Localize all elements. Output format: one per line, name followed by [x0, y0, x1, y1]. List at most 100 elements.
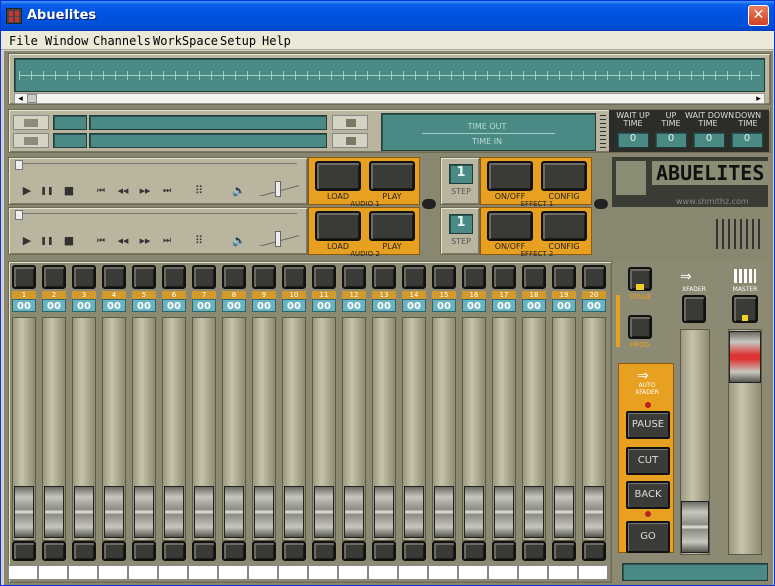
channel-flash-button[interactable]	[312, 265, 336, 289]
cut-button[interactable]: CUT	[626, 447, 670, 475]
playlist-icon[interactable]: ⠿	[191, 234, 207, 248]
play-icon[interactable]: ▶	[19, 234, 35, 248]
channel-fader-track[interactable]	[252, 317, 276, 541]
seek-handle[interactable]	[15, 210, 23, 220]
prog-button[interactable]	[628, 315, 652, 339]
last-icon[interactable]: ⏭	[159, 234, 175, 248]
channel-select-button[interactable]	[312, 541, 336, 561]
channel-fader-handle[interactable]	[464, 486, 484, 538]
play-audio-2-button[interactable]	[369, 211, 415, 241]
channel-fader-track[interactable]	[12, 317, 36, 541]
channel-fader-track[interactable]	[372, 317, 396, 541]
channel-fader-track[interactable]	[402, 317, 426, 541]
channel-fader-track[interactable]	[42, 317, 66, 541]
channel-flash-button[interactable]	[132, 265, 156, 289]
menu-help[interactable]: Help	[262, 34, 291, 48]
channel-select-button[interactable]	[492, 541, 516, 561]
channel-fader-track[interactable]	[462, 317, 486, 541]
close-button[interactable]: ✕	[748, 5, 769, 26]
scroll-thumb[interactable]	[27, 94, 37, 103]
channel-key[interactable]	[548, 565, 578, 580]
channel-fader-track[interactable]	[102, 317, 126, 541]
xfader-button[interactable]	[682, 295, 706, 323]
channel-key[interactable]	[98, 565, 128, 580]
channel-flash-button[interactable]	[342, 265, 366, 289]
seq-name-field[interactable]	[89, 115, 327, 130]
first-icon[interactable]: ⏮	[93, 234, 109, 248]
playlist-icon[interactable]: ⠿	[191, 184, 207, 198]
channel-key[interactable]	[68, 565, 98, 580]
step-value[interactable]: 1	[449, 214, 473, 234]
last-icon[interactable]: ⏭	[159, 184, 175, 198]
channel-select-button[interactable]	[372, 541, 396, 561]
rewind-icon[interactable]: ◀◀	[115, 234, 131, 248]
channel-fader-handle[interactable]	[404, 486, 424, 538]
channel-fader-handle[interactable]	[284, 486, 304, 538]
channel-key[interactable]	[8, 565, 38, 580]
channel-fader-handle[interactable]	[344, 486, 364, 538]
go-button[interactable]: GO	[626, 521, 670, 553]
channel-fader-handle[interactable]	[434, 486, 454, 538]
channel-fader-track[interactable]	[552, 317, 576, 541]
channel-select-button[interactable]	[132, 541, 156, 561]
volume-thumb[interactable]	[275, 231, 281, 247]
channel-fader-track[interactable]	[282, 317, 306, 541]
channel-flash-button[interactable]	[252, 265, 276, 289]
channel-fader-handle[interactable]	[524, 486, 544, 538]
load-audio-1-button[interactable]	[315, 161, 361, 191]
channel-select-button[interactable]	[12, 541, 36, 561]
channel-fader-handle[interactable]	[374, 486, 394, 538]
effect-1-config-button[interactable]	[541, 161, 587, 191]
channel-key[interactable]	[248, 565, 278, 580]
menu-setup[interactable]: Setup	[220, 34, 256, 48]
channel-key[interactable]	[128, 565, 158, 580]
channel-flash-button[interactable]	[432, 265, 456, 289]
channel-fader-track[interactable]	[342, 317, 366, 541]
channel-key[interactable]	[188, 565, 218, 580]
step-value[interactable]: 1	[449, 164, 473, 184]
effect-2-config-button[interactable]	[541, 211, 587, 241]
channel-fader-track[interactable]	[312, 317, 336, 541]
open-folder-icon[interactable]	[13, 115, 49, 130]
channel-flash-button[interactable]	[162, 265, 186, 289]
channel-fader-track[interactable]	[582, 317, 606, 541]
volume-thumb[interactable]	[275, 181, 281, 197]
open-folder-icon[interactable]	[13, 133, 49, 148]
channel-select-button[interactable]	[582, 541, 606, 561]
channel-select-button[interactable]	[432, 541, 456, 561]
menu-channels[interactable]: Channels	[93, 34, 151, 48]
timeline-scrollbar[interactable]: ◂ ▸	[14, 93, 765, 104]
pause-icon[interactable]: ❚❚	[39, 184, 55, 198]
channel-select-button[interactable]	[162, 541, 186, 561]
channel-flash-button[interactable]	[522, 265, 546, 289]
channel-key[interactable]	[518, 565, 548, 580]
menu-file[interactable]: File	[9, 34, 38, 48]
channel-fader-track[interactable]	[492, 317, 516, 541]
channel-fader-handle[interactable]	[494, 486, 514, 538]
pause-button[interactable]: PAUSE	[626, 411, 670, 439]
load-audio-2-button[interactable]	[315, 211, 361, 241]
menu-window[interactable]: Window	[45, 34, 88, 48]
pause-icon[interactable]: ❚❚	[39, 234, 55, 248]
stop-icon[interactable]: ■	[61, 234, 77, 248]
down-value[interactable]: 0	[731, 132, 763, 148]
wait-down-value[interactable]: 0	[693, 132, 725, 148]
channel-select-button[interactable]	[522, 541, 546, 561]
channel-key[interactable]	[428, 565, 458, 580]
seq-name-field[interactable]	[89, 133, 327, 148]
back-button[interactable]: BACK	[626, 481, 670, 509]
channel-fader-track[interactable]	[522, 317, 546, 541]
channel-key[interactable]	[218, 565, 248, 580]
seq-slot[interactable]	[53, 115, 87, 130]
channel-flash-button[interactable]	[462, 265, 486, 289]
channel-select-button[interactable]	[462, 541, 486, 561]
channel-key[interactable]	[338, 565, 368, 580]
channel-flash-button[interactable]	[402, 265, 426, 289]
channel-fader-track[interactable]	[162, 317, 186, 541]
channel-key[interactable]	[38, 565, 68, 580]
xfader-handle[interactable]	[681, 501, 709, 553]
master-handle[interactable]	[729, 331, 761, 383]
channel-fader-handle[interactable]	[584, 486, 604, 538]
channel-flash-button[interactable]	[102, 265, 126, 289]
channel-flash-button[interactable]	[42, 265, 66, 289]
